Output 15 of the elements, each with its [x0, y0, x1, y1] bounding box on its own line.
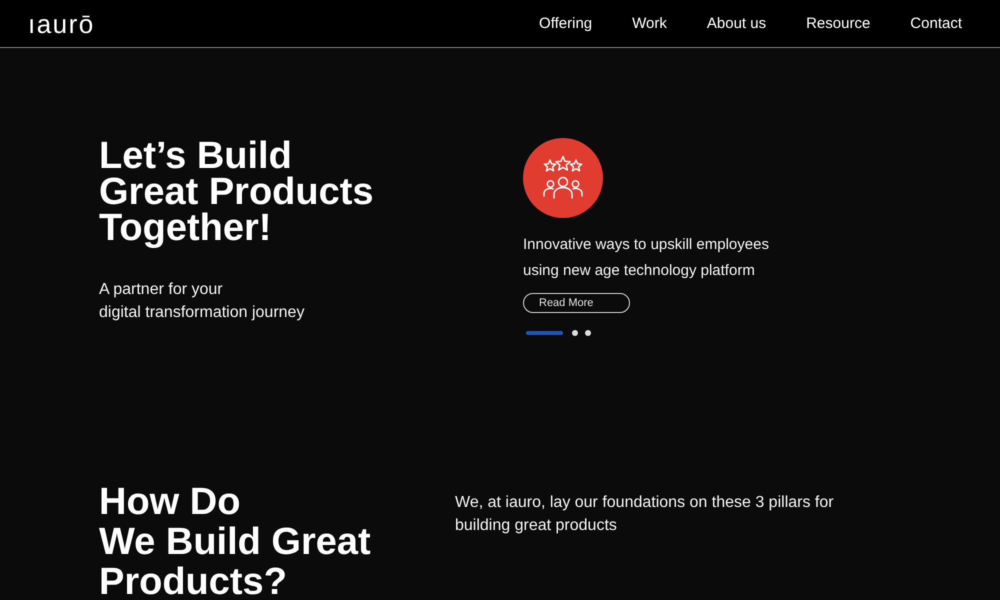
read-more-button[interactable]: Read More: [523, 293, 630, 313]
hero-subtitle: A partner for your digital transformation journey: [99, 280, 306, 323]
nav-link[interactable]: Offering: [539, 15, 592, 32]
section-intro-text: We, at iauro, lay our foundations on these 3 pillars for building great products: [455, 493, 834, 536]
nav-link[interactable]: Resource: [806, 15, 870, 32]
nav-link[interactable]: Contact: [910, 15, 962, 32]
logo[interactable]: ıaurō: [28, 10, 95, 36]
slide-description: Innovative ways to upskill employees using new age technology platform: [523, 235, 769, 281]
hero-heading: Let’s Build Great Products Together!: [99, 138, 375, 246]
nav-link[interactable]: About us: [706, 15, 766, 32]
stars-and-people-icon: [523, 138, 603, 218]
slide-indicator-dot[interactable]: [572, 330, 578, 336]
slide-indicator-dot[interactable]: [585, 330, 591, 336]
section-heading: How Do We Build Great Products?: [99, 482, 372, 600]
nav-link[interactable]: Work: [632, 15, 667, 32]
